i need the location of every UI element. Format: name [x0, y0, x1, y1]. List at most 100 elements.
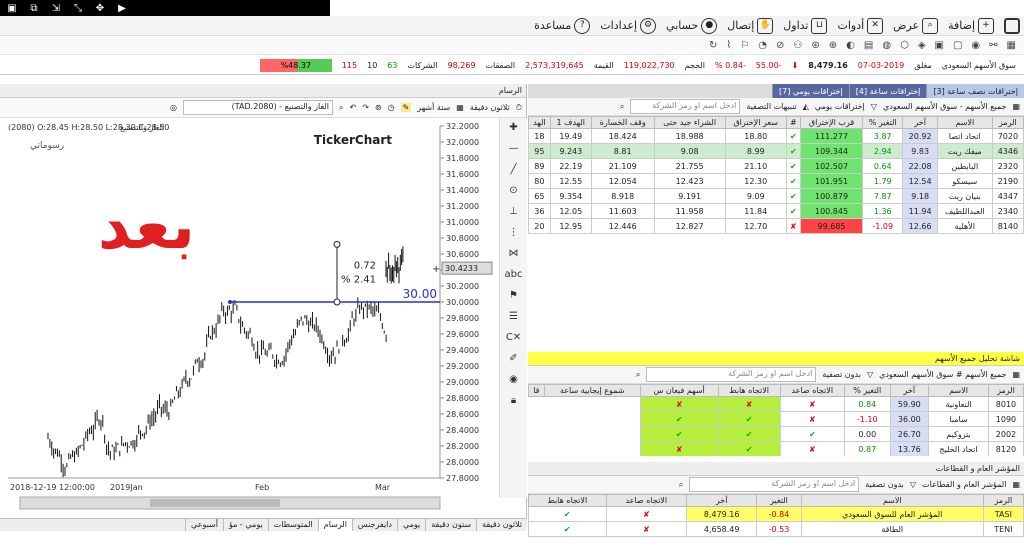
- record-icon[interactable]: ⊚: [375, 103, 382, 112]
- bottom-tab[interactable]: أسبوعي: [185, 519, 223, 531]
- column-header[interactable]: التغير: [756, 494, 802, 507]
- bottom-tab[interactable]: يومي: [396, 519, 425, 531]
- search-icon[interactable]: ⌕: [636, 370, 640, 380]
- cursor-icon[interactable]: ✚: [509, 122, 517, 133]
- window-icon-3[interactable]: ⤡: [70, 3, 86, 14]
- column-header[interactable]: الرمز: [991, 116, 1024, 129]
- settings-lines-icon[interactable]: ☰: [509, 311, 518, 322]
- breakout-alerts[interactable]: تنبيهات التصفية: [746, 102, 796, 111]
- gann-icon[interactable]: ⋮: [509, 227, 519, 238]
- column-header[interactable]: أسهم فيعان س: [639, 384, 719, 397]
- table-row[interactable]: 4347 بنيان ريت 9.18 7.87 100.879 ✔ 9.09 9.191 8.…: [528, 188, 1024, 204]
- table-row[interactable]: TENI الطاقة 0.53- 4,658.49 ✘ ✔: [528, 521, 1024, 537]
- hline-icon[interactable]: —: [509, 143, 519, 154]
- lock-icon[interactable]: 🔒︎: [511, 395, 516, 406]
- window-icon-0[interactable]: ▣: [4, 3, 20, 14]
- period-select[interactable]: ستة أشهر: [417, 103, 450, 112]
- toolbar-icon[interactable]: ▤: [864, 40, 873, 51]
- table-row[interactable]: 1090 سامبا 36.00 1.10- ✘ ✔ ✔: [529, 411, 1024, 427]
- zigzag-icon[interactable]: ⋈: [509, 248, 519, 259]
- column-header[interactable]: آخر: [889, 384, 930, 397]
- bottom-tab[interactable]: ثلاثون دقيقة: [476, 519, 527, 531]
- column-header[interactable]: قرب الإختراق: [800, 116, 863, 129]
- menu-connect[interactable]: إتصال ✋: [727, 17, 774, 34]
- column-header[interactable]: الهدف 1: [549, 116, 592, 129]
- bottom-tab[interactable]: دايفرجنس: [351, 519, 397, 531]
- toolbar-icon[interactable]: ▢: [953, 40, 962, 51]
- clear-icon[interactable]: C✕: [506, 332, 521, 343]
- window-icon-1[interactable]: ⧉: [26, 3, 42, 14]
- draw-icon[interactable]: ✎: [400, 103, 412, 112]
- table-row[interactable]: 2340 العبداللطيف 11.94 1.36 100.845 ✔ 11.84 11.…: [528, 203, 1024, 219]
- column-header[interactable]: الاتجاه هابط: [717, 384, 781, 397]
- column-header[interactable]: الرمز: [987, 384, 1024, 397]
- toolbar-icon[interactable]: ▣: [935, 40, 944, 51]
- toolbar-icon[interactable]: ◔: [758, 40, 767, 51]
- toolbar-icon[interactable]: ◐: [846, 40, 855, 51]
- menu-settings[interactable]: إعدادات ⚙: [600, 17, 657, 34]
- toolbar-icon[interactable]: ⬡: [900, 40, 909, 51]
- table-row[interactable]: 8010 التعاونية 59.90 0.84 ✘ ✘ ✘: [529, 396, 1024, 412]
- toolbar-icon[interactable]: ⚐: [740, 40, 749, 51]
- column-header[interactable]: قا: [528, 384, 545, 397]
- menu-trade[interactable]: تداول ⊔: [783, 17, 828, 34]
- column-header[interactable]: الاسم: [928, 384, 989, 397]
- reset-icon[interactable]: ◷: [388, 103, 395, 112]
- table-row[interactable]: 2190 سيسكو 12.54 1.79 101.951 ✔ 12.30 12.423 12.…: [528, 173, 1024, 189]
- text-icon[interactable]: abc: [505, 269, 523, 280]
- toolbar-icon[interactable]: ↻: [709, 40, 717, 51]
- toolbar-icon[interactable]: ⊘: [776, 40, 784, 51]
- column-header[interactable]: الاتجاه هابط: [528, 494, 607, 507]
- price-chart[interactable]: 32.2000 32.0000 31.8000 31.6000 31.4000 31.20…: [0, 118, 498, 518]
- search-icon[interactable]: ⌕: [620, 102, 624, 112]
- breakout-subtitle[interactable]: إختراقات يومي: [815, 102, 865, 111]
- breakout-filter[interactable]: جميع الأسهم - سوق الأسهم السعودي: [883, 102, 1007, 111]
- toolbar-icon[interactable]: ◍: [882, 40, 891, 51]
- bottom-tab[interactable]: المتوسطات: [267, 519, 318, 531]
- menu-tools[interactable]: أدوات ✕: [837, 17, 884, 34]
- toolbar-icon[interactable]: ⚇: [793, 40, 802, 51]
- bottom-tab[interactable]: ستون دقيقة: [425, 519, 476, 531]
- bottom-tab[interactable]: الرسام: [317, 519, 352, 531]
- column-header[interactable]: الاتجاه صاعد: [605, 494, 688, 507]
- eye-icon[interactable]: ◉: [509, 374, 518, 385]
- table-row[interactable]: 4346 ميفك ريت 9.83 2.94 109.344 ✔ 8.99 9.08 8.81…: [528, 143, 1024, 159]
- column-header[interactable]: آخر: [686, 494, 758, 507]
- column-header[interactable]: وقف الخسارة: [590, 116, 655, 129]
- table-row[interactable]: TASI المؤشر العام للسوق السعودي 0.84- 8,479…: [528, 506, 1024, 522]
- column-header[interactable]: #: [785, 116, 802, 129]
- flag-icon[interactable]: ⚑: [509, 290, 518, 301]
- toolbar-icon[interactable]: ⌇: [726, 40, 731, 51]
- toolbar-icon[interactable]: ⚯: [989, 40, 997, 51]
- column-header[interactable]: سعر الإختراق: [724, 116, 787, 129]
- column-header[interactable]: الهد: [528, 116, 551, 129]
- analysis-search[interactable]: ادخل اسم او رمز الشركة: [646, 367, 817, 382]
- interval-select[interactable]: ثلاثون دقيقة: [470, 103, 510, 112]
- toolbar-icon[interactable]: ⊕: [829, 40, 837, 51]
- table-row[interactable]: 8140 الأهلية 12.66 1.09- 99.685 ✘ 12.70 12.827 1…: [528, 218, 1024, 234]
- menu-add[interactable]: إضافة +: [948, 17, 994, 34]
- column-header[interactable]: الاتجاه صاعد: [779, 384, 846, 397]
- fib-icon[interactable]: ⊥: [509, 206, 518, 217]
- breakout-search[interactable]: ادخل اسم او رمز الشركة: [630, 99, 741, 114]
- search-icon[interactable]: ⌕: [679, 480, 683, 490]
- column-header[interactable]: الاسم: [800, 494, 984, 507]
- tab-half-hour[interactable]: إختراقات نصف ساعة [3]: [926, 84, 1024, 98]
- column-header[interactable]: الاسم: [936, 116, 993, 129]
- column-header[interactable]: الشراء جيد حتى: [653, 116, 726, 129]
- table-row[interactable]: 7020 اتحاد اتصا 20.92 3.87 111.277 ✔ 18.80 18.9…: [528, 128, 1024, 144]
- circle-icon[interactable]: ⊙: [509, 185, 517, 196]
- toolbar-icon[interactable]: ◉: [971, 40, 980, 51]
- tab-hour[interactable]: إختراقات ساعة [4]: [848, 84, 927, 98]
- column-header[interactable]: الرمز: [982, 494, 1024, 507]
- toolbar-icon[interactable]: ◈: [918, 40, 926, 51]
- column-header[interactable]: التغير %: [844, 384, 891, 397]
- target-icon[interactable]: ◎: [170, 103, 177, 112]
- symbol-input[interactable]: (TAD.2080) - الغاز والتصنيع: [183, 100, 333, 115]
- window-icon-5[interactable]: ▶: [114, 3, 130, 14]
- tab-daily[interactable]: إختراقات يومي [7]: [771, 84, 849, 98]
- menu-view[interactable]: عرض ⌕: [893, 17, 939, 34]
- analysis-filter[interactable]: جميع الأسهم # سوق الأسهم السعودي: [879, 370, 1006, 379]
- eraser-icon[interactable]: ✐: [509, 353, 517, 364]
- table-row[interactable]: 2002 بتروكيم 26.70 0.00 ✔ ✔ ✔: [529, 426, 1024, 442]
